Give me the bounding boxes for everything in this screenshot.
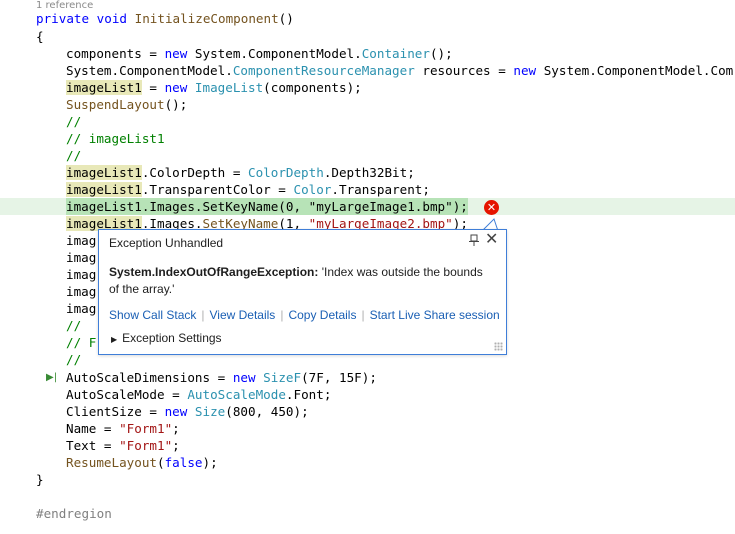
close-icon[interactable]: ✕ [485, 232, 498, 248]
code-line: AutoScaleDimensions = new SizeF(7F, 15F)… [66, 370, 377, 385]
view-details-link[interactable]: View Details [210, 308, 276, 322]
current-statement-line: imageList1.Images.SetKeyName(0, "myLarge… [0, 198, 735, 215]
code-editor[interactable]: 1 reference private void InitializeCompo… [0, 0, 735, 534]
code-line: System.ComponentModel.ComponentResourceM… [66, 63, 734, 78]
code-line: { [36, 29, 44, 44]
copy-details-link[interactable]: Copy Details [288, 308, 356, 322]
exception-helper-popup: Exception Unhandled ✕ System.IndexOutOfR… [98, 229, 507, 355]
popup-links: Show Call Stack | View Details | Copy Detail… [109, 308, 500, 322]
code-line: imageList1.ColorDepth = ColorDepth.Depth… [66, 165, 415, 180]
code-line: Name = "Form1"; [66, 421, 180, 436]
next-statement-arrow-icon[interactable]: ▶| [46, 372, 57, 383]
pin-icon[interactable] [468, 234, 480, 250]
exception-settings-expander[interactable]: ▶ Exception Settings [111, 331, 222, 345]
triangle-right-icon: ▶ [111, 335, 118, 344]
code-line: imageList1.Images.SetKeyName(1, "myLarge… [66, 216, 468, 231]
code-line: ClientSize = new Size(800, 450); [66, 404, 309, 419]
code-line: imageList1 = new ImageList(components); [66, 80, 362, 95]
code-line: imageList1.TransparentColor = Color.Tran… [66, 182, 430, 197]
code-line: // [66, 148, 82, 163]
code-line: // [66, 114, 82, 129]
code-line: ResumeLayout(false); [66, 455, 218, 470]
exception-type: System.IndexOutOfRangeException: [109, 265, 319, 279]
code-line: Text = "Form1"; [66, 438, 180, 453]
code-line: // imageList1 [66, 131, 165, 146]
code-line: components = new System.ComponentModel.C… [66, 46, 453, 61]
exception-message: System.IndexOutOfRangeException: 'Index … [109, 264, 494, 298]
show-call-stack-link[interactable]: Show Call Stack [109, 308, 196, 322]
code-line: AutoScaleMode = AutoScaleMode.Font; [66, 387, 332, 402]
error-circle-icon[interactable]: ✕ [484, 200, 499, 215]
live-share-link[interactable]: Start Live Share session [370, 308, 500, 322]
code-line: private void InitializeComponent() [36, 11, 294, 26]
resize-grip[interactable] [494, 342, 503, 351]
code-line: SuspendLayout(); [66, 97, 188, 112]
popup-title: Exception Unhandled [109, 236, 224, 250]
